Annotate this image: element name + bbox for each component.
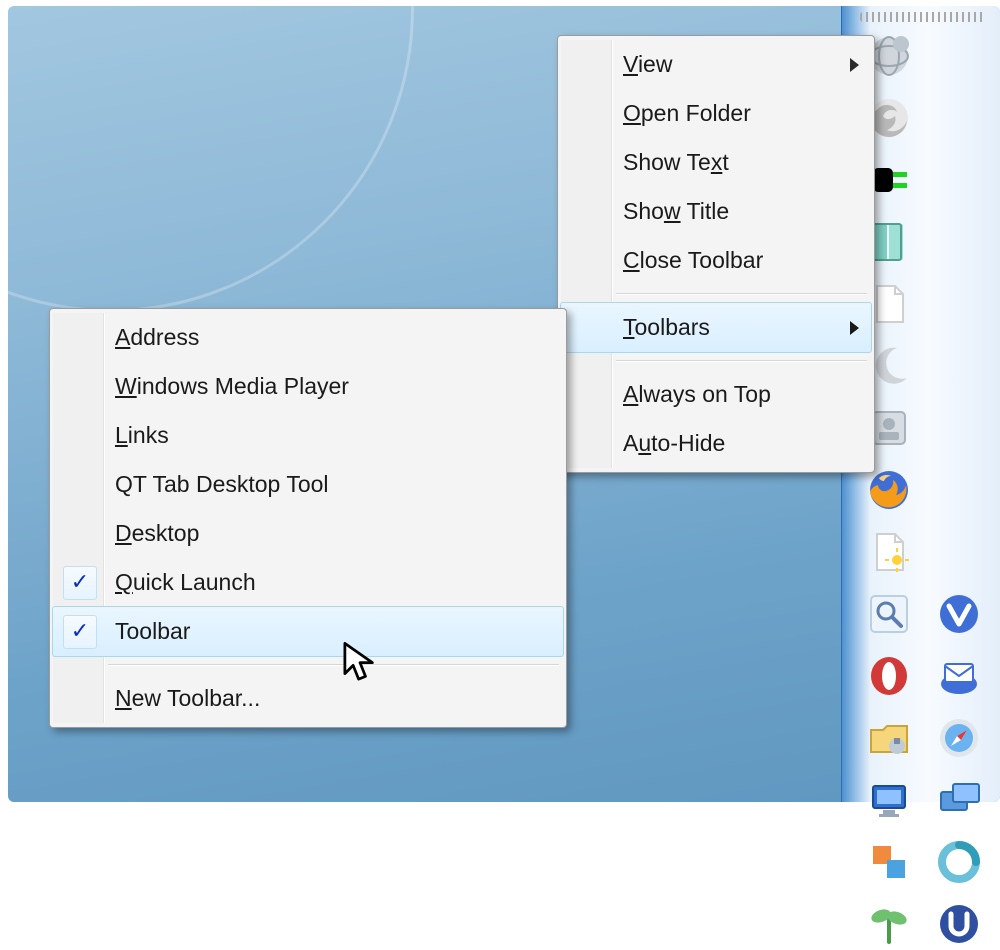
monitor-icon[interactable] — [863, 774, 915, 826]
menu-label: Always on Top — [623, 381, 771, 407]
safari-icon[interactable] — [933, 712, 985, 764]
menu-item-quick-launch[interactable]: ✓ Quick Launch — [53, 558, 563, 607]
menu-separator — [616, 293, 867, 295]
menu-label: New Toolbar... — [115, 685, 260, 711]
check-icon: ✓ — [63, 615, 97, 649]
menu-item-close-toolbar[interactable]: Close Toolbar — [561, 236, 871, 285]
menu-item-wmp[interactable]: Windows Media Player — [53, 362, 563, 411]
dock-col-right — [928, 30, 990, 950]
mail-icon[interactable] — [933, 650, 985, 702]
menu-label: Links — [115, 422, 169, 448]
menu-label: Windows Media Player — [115, 373, 349, 399]
context-menu-main[interactable]: View Open Folder Show Text Show Title Cl… — [557, 35, 875, 473]
menu-item-view[interactable]: View — [561, 40, 871, 89]
menu-label: Toolbar — [115, 618, 190, 644]
menu-label: QT Tab Desktop Tool — [115, 471, 329, 497]
menu-item-auto-hide[interactable]: Auto-Hide — [561, 419, 871, 468]
menu-separator — [108, 664, 559, 666]
context-menu-toolbars[interactable]: Address Windows Media Player Links QT Ta… — [49, 308, 567, 728]
menu-items: Address Windows Media Player Links QT Ta… — [53, 313, 563, 723]
menu-item-links[interactable]: Links — [53, 411, 563, 460]
menu-item-show-title[interactable]: Show Title — [561, 187, 871, 236]
v-circle-icon[interactable] — [933, 588, 985, 640]
menu-label: View — [623, 51, 672, 77]
menu-separator — [616, 360, 867, 362]
menu-label: Auto-Hide — [623, 430, 725, 456]
menu-label: Address — [115, 324, 199, 350]
menu-label: Quick Launch — [115, 569, 256, 595]
magnifier-icon[interactable] — [863, 588, 915, 640]
menu-item-desktop[interactable]: Desktop — [53, 509, 563, 558]
check-icon: ✓ — [63, 566, 97, 600]
menu-label: Open Folder — [623, 100, 751, 126]
menu-item-toolbar[interactable]: ✓ Toolbar — [52, 606, 564, 657]
dock-grip-handle[interactable] — [860, 12, 986, 22]
menu-item-new-toolbar[interactable]: New Toolbar... — [53, 674, 563, 723]
menu-item-toolbars[interactable]: Toolbars — [560, 302, 872, 353]
sprout-icon[interactable] — [863, 898, 915, 950]
menu-item-show-text[interactable]: Show Text — [561, 138, 871, 187]
menu-label: Show Title — [623, 198, 729, 224]
menu-label: Close Toolbar — [623, 247, 763, 273]
menu-items: View Open Folder Show Text Show Title Cl… — [561, 40, 871, 468]
page-spark-icon[interactable] — [863, 526, 915, 578]
menu-label: Toolbars — [623, 314, 710, 340]
folder-tool-icon[interactable] — [863, 712, 915, 764]
wallpaper-decoration — [0, 0, 414, 312]
opera-icon[interactable] — [863, 650, 915, 702]
u-circle-icon[interactable] — [933, 898, 985, 950]
ring-icon[interactable] — [933, 836, 985, 888]
dock-icon-grid — [858, 30, 990, 796]
menu-label: Show Text — [623, 149, 729, 175]
windows-icon[interactable] — [933, 774, 985, 826]
menu-item-open-folder[interactable]: Open Folder — [561, 89, 871, 138]
menu-label: Desktop — [115, 520, 199, 546]
square-orange-icon[interactable] — [863, 836, 915, 888]
menu-item-always-on-top[interactable]: Always on Top — [561, 370, 871, 419]
menu-item-qt-tab[interactable]: QT Tab Desktop Tool — [53, 460, 563, 509]
menu-item-address[interactable]: Address — [53, 313, 563, 362]
